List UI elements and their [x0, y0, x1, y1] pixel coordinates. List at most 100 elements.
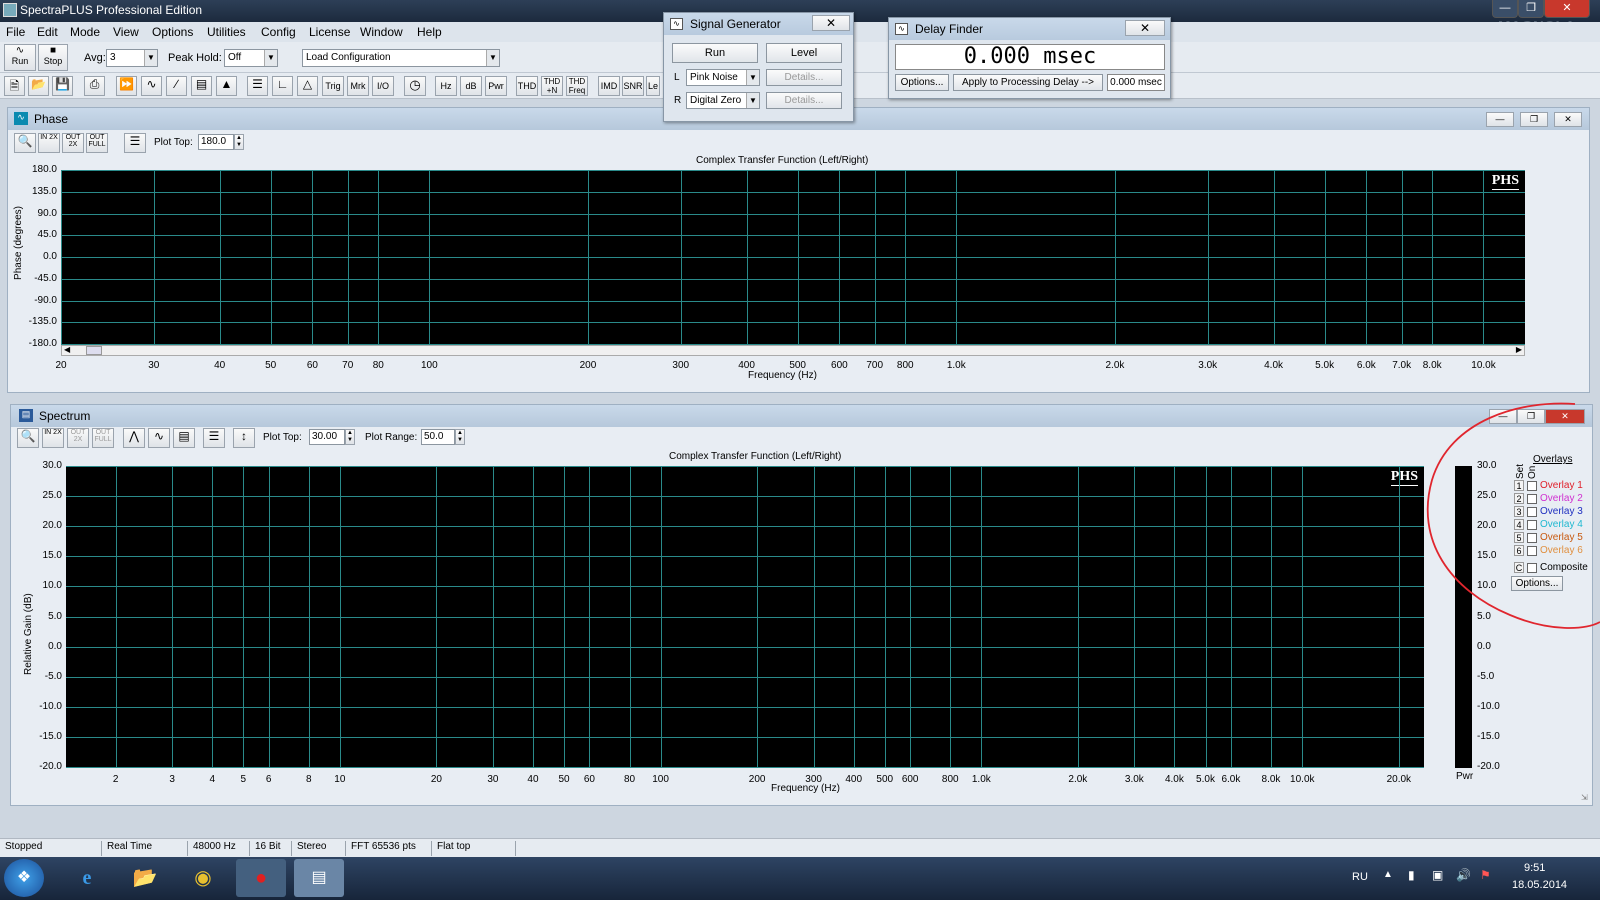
right-details-button[interactable]: Details...: [766, 92, 842, 109]
spectrum-plot-top-input[interactable]: 30.00: [309, 429, 345, 445]
menu-help[interactable]: Help: [417, 25, 442, 39]
maximize-icon[interactable]: ❐: [1518, 0, 1544, 18]
properties-icon[interactable]: ☰: [203, 428, 225, 448]
zoom-full-icon[interactable]: OUT FULL: [86, 133, 108, 153]
bar-plot-icon[interactable]: ▤: [173, 428, 195, 448]
generator-level-button[interactable]: Level: [766, 43, 842, 63]
avg-select[interactable]: 3 ▼: [106, 49, 158, 67]
device-icon[interactable]: ▮: [1408, 868, 1415, 882]
signal-generator-close-icon[interactable]: ✕: [812, 15, 850, 31]
spectrum-plot-area[interactable]: PHS: [66, 466, 1424, 768]
menu-mode[interactable]: Mode: [70, 25, 100, 39]
range-icon[interactable]: ↕: [233, 428, 255, 448]
clock-icon[interactable]: ◷: [404, 76, 426, 96]
right-signal-select[interactable]: Digital Zero ▼: [686, 92, 760, 109]
open-folder-icon[interactable]: 📂: [28, 76, 49, 96]
phase-x-tick-label: 8.0k: [1422, 360, 1442, 371]
line-plot-icon[interactable]: ⋀: [123, 428, 145, 448]
clock-time[interactable]: 9:51: [1524, 862, 1545, 874]
spectrum-x-tick-label: 4.0k: [1164, 774, 1184, 785]
left-details-button[interactable]: Details...: [766, 69, 842, 86]
zoom-in-2x-icon[interactable]: IN 2X: [42, 428, 64, 448]
phase-minimize-icon[interactable]: —: [1486, 112, 1514, 127]
snr-button[interactable]: SNR: [622, 76, 644, 96]
network-icon[interactable]: ▣: [1432, 868, 1443, 882]
plot-range-spinner[interactable]: ▲ ▼: [455, 429, 465, 445]
phase-plot-top-input[interactable]: 180.0: [198, 134, 234, 150]
peak-hold-select[interactable]: Off ▼: [224, 49, 278, 67]
save-icon[interactable]: 💾: [52, 76, 73, 96]
menu-utilities[interactable]: Utilities: [207, 25, 246, 39]
clock-date[interactable]: 18.05.2014: [1512, 879, 1567, 891]
action-center-icon[interactable]: ⚑: [1480, 868, 1491, 882]
le-button[interactable]: Le: [646, 76, 660, 96]
tray-expand-icon[interactable]: ▲: [1383, 869, 1393, 880]
mrk-button[interactable]: Mrk: [347, 76, 369, 96]
axis-icon[interactable]: ∟: [272, 76, 293, 96]
run-button[interactable]: ∿ Run: [4, 44, 36, 71]
generator-run-button[interactable]: Run: [672, 43, 758, 63]
volume-icon[interactable]: 🔊: [1456, 868, 1471, 882]
new-file-icon[interactable]: 🗎: [4, 76, 25, 96]
stop-button[interactable]: ■ Stop: [38, 44, 68, 71]
zoom-full-icon[interactable]: OUT FULL: [92, 428, 114, 448]
zoom-icon[interactable]: 🔍: [14, 133, 36, 153]
ramp-icon[interactable]: ∕: [166, 76, 187, 96]
menu-options[interactable]: Options: [152, 25, 193, 39]
menu-license[interactable]: License: [309, 25, 350, 39]
scroll-thumb[interactable]: [86, 346, 102, 355]
peak-icon[interactable]: △: [297, 76, 318, 96]
thd-freq-button[interactable]: THD Freq: [566, 76, 588, 96]
zoom-icon[interactable]: 🔍: [17, 428, 39, 448]
zoom-out-2x-icon[interactable]: OUT 2X: [62, 133, 84, 153]
app-title: SpectraPLUS Professional Edition: [20, 3, 203, 17]
zoom-in-2x-icon[interactable]: IN 2X: [38, 133, 60, 153]
phase-plot-area[interactable]: PHS: [61, 170, 1525, 345]
delay-value-field[interactable]: 0.000 msec: [1107, 74, 1165, 91]
pwr-button[interactable]: Pwr: [485, 76, 507, 96]
scroll-right-icon[interactable]: ▶: [1516, 345, 1522, 354]
scroll-left-icon[interactable]: ◀: [64, 345, 70, 354]
menu-config[interactable]: Config: [261, 25, 296, 39]
start-button-icon[interactable]: ❖: [4, 859, 44, 897]
trig-button[interactable]: Trig: [322, 76, 344, 96]
3d-surface-icon[interactable]: ▲: [216, 76, 237, 96]
imd-button[interactable]: IMD: [598, 76, 620, 96]
phase-scrollbar[interactable]: ◀ ▶: [61, 345, 1525, 356]
left-signal-select[interactable]: Pink Noise ▼: [686, 69, 760, 86]
time-series-icon[interactable]: ∿: [141, 76, 162, 96]
area-plot-icon[interactable]: ∿: [148, 428, 170, 448]
file-manager-icon[interactable]: 📂: [120, 859, 170, 897]
apply-processing-delay-button[interactable]: Apply to Processing Delay -->: [953, 74, 1103, 91]
phase-close-icon[interactable]: ✕: [1554, 112, 1582, 127]
plot-range-input[interactable]: 50.0: [421, 429, 455, 445]
io-button[interactable]: I/O: [372, 76, 394, 96]
menu-view[interactable]: View: [113, 25, 139, 39]
delay-finder-close-icon[interactable]: ✕: [1125, 20, 1165, 36]
play-forward-icon[interactable]: ⏩: [116, 76, 137, 96]
close-icon[interactable]: ✕: [1544, 0, 1590, 18]
minimize-icon[interactable]: —: [1492, 0, 1518, 18]
menu-window[interactable]: Window: [360, 25, 403, 39]
settings-list-icon[interactable]: ☰: [247, 76, 268, 96]
internet-explorer-icon[interactable]: e: [62, 859, 112, 897]
menu-file[interactable]: File: [6, 25, 25, 39]
zoom-out-2x-icon[interactable]: OUT 2X: [67, 428, 89, 448]
print-icon[interactable]: ⎙: [84, 76, 105, 96]
thd-n-button[interactable]: THD +N: [541, 76, 563, 96]
delay-options-button[interactable]: Options...: [895, 74, 949, 91]
chrome-icon[interactable]: ◉: [178, 859, 228, 897]
language-indicator[interactable]: RU: [1352, 871, 1368, 883]
menu-edit[interactable]: Edit: [37, 25, 58, 39]
spectrum-plot-top-spinner[interactable]: ▲ ▼: [345, 429, 355, 445]
thd-button[interactable]: THD: [516, 76, 538, 96]
spectraplus-taskbar-icon[interactable]: ▤: [294, 859, 344, 897]
spectrogram-icon[interactable]: ▤: [191, 76, 212, 96]
phase-plot-top-spinner[interactable]: ▲ ▼: [234, 134, 244, 150]
media-app-icon[interactable]: ●: [236, 859, 286, 897]
configuration-select[interactable]: Load Configuration ▼: [302, 49, 500, 67]
hz-button[interactable]: Hz: [435, 76, 457, 96]
db-button[interactable]: dB: [460, 76, 482, 96]
properties-icon[interactable]: ☰: [124, 133, 146, 153]
phase-maximize-icon[interactable]: ❐: [1520, 112, 1548, 127]
